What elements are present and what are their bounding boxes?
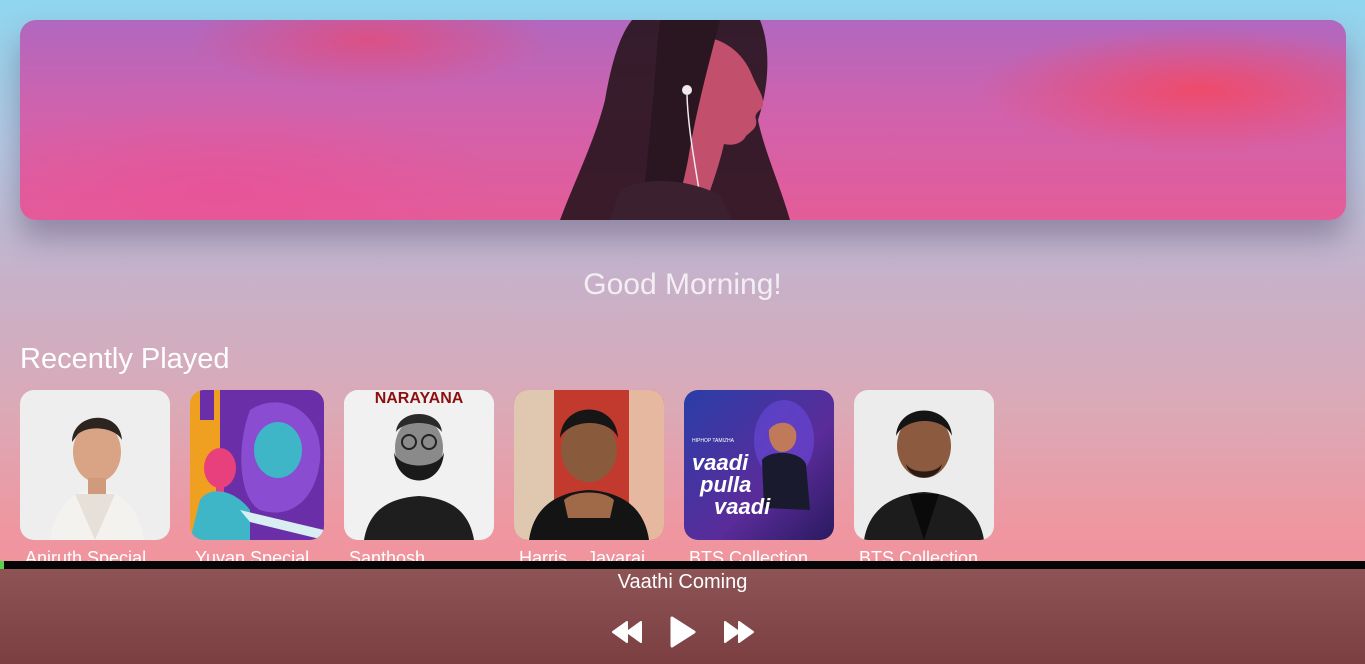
play-icon — [670, 616, 695, 648]
progress-fill — [0, 561, 5, 569]
playlist-cover-bts-1: HIPHOP TAMIZHA vaadi pulla vaadi — [684, 390, 834, 540]
cover-title-line-3: vaadi — [714, 494, 771, 519]
playlist-cover-bts-2 — [854, 390, 994, 540]
playlist-cover-harris-jayaraj — [514, 390, 664, 540]
rewind-icon — [611, 621, 642, 643]
playlist-card-aniruth[interactable]: Aniruth Special — [20, 390, 170, 570]
playlist-card-harris-jayaraj[interactable]: Harris Jayaraj — [514, 390, 664, 570]
playlist-cover-yuvan — [190, 390, 324, 540]
cover-banner-text: NARAYANA — [375, 390, 464, 407]
playlist-card-yuvan[interactable]: Yuvan Special — [190, 390, 324, 570]
fast-forward-button[interactable] — [723, 620, 755, 644]
player-bar: Vaathi Coming — [0, 561, 1365, 664]
player-controls — [0, 615, 1365, 649]
progress-bar[interactable] — [0, 561, 1365, 569]
now-playing-title: Vaathi Coming — [617, 571, 748, 593]
hero-banner — [20, 20, 1346, 220]
fast-forward-icon — [723, 621, 754, 643]
playlist-card-bts-collection-2[interactable]: BTS Collection — [854, 390, 994, 570]
playlist-card-bts-collection-1[interactable]: HIPHOP TAMIZHA vaadi pulla vaadi BTS Col… — [684, 390, 834, 570]
greeting-heading: Good Morning! — [583, 268, 782, 301]
rewind-button[interactable] — [611, 620, 643, 644]
playlist-cover-aniruth — [20, 390, 170, 540]
cover-small-text: HIPHOP TAMIZHA — [692, 438, 735, 444]
banner-illustration — [560, 20, 790, 220]
recently-played-title: Recently Played — [20, 343, 230, 375]
playlist-card-santhosh[interactable]: NARAYANA Santhosh — [344, 390, 494, 570]
play-button[interactable] — [669, 616, 697, 648]
playlist-cover-santhosh: NARAYANA — [344, 390, 494, 540]
